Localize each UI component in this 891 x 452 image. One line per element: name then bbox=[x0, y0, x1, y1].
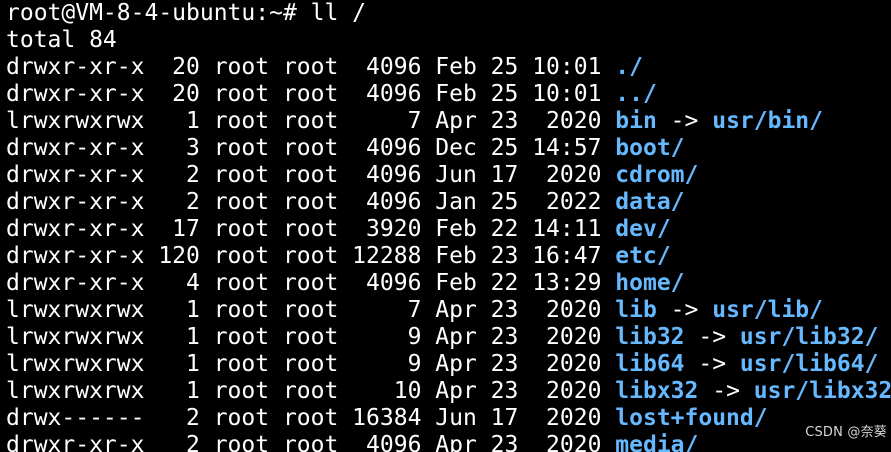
directory-name: lost+found/ bbox=[615, 405, 768, 431]
entry-metadata: drwxr-xr-x 120 root root 12288 Feb 23 16… bbox=[6, 243, 616, 269]
listing-row: lrwxrwxrwx 1 root root 9 Apr 23 2020 lib… bbox=[6, 324, 891, 351]
directory-name: home/ bbox=[615, 270, 685, 296]
prompt-line: root@VM-8-4-ubuntu:~# ll / bbox=[6, 0, 891, 27]
symlink-name: libx32 bbox=[615, 378, 699, 404]
symlink-arrow: -> bbox=[656, 297, 713, 323]
listing-row: lrwxrwxrwx 1 root root 7 Apr 23 2020 lib… bbox=[6, 297, 891, 324]
directory-name: media/ bbox=[615, 432, 699, 452]
entry-metadata: drwxr-xr-x 2 root root 4096 Apr 23 2020 bbox=[6, 432, 616, 452]
symlink-target: usr/lib/ bbox=[712, 297, 823, 323]
directory-name: boot/ bbox=[615, 135, 685, 161]
symlink-target: usr/libx32/ bbox=[753, 378, 891, 404]
listing-row: drwxr-xr-x 20 root root 4096 Feb 25 10:0… bbox=[6, 81, 891, 108]
entry-metadata: drwxr-xr-x 20 root root 4096 Feb 25 10:0… bbox=[6, 81, 616, 107]
symlink-arrow: -> bbox=[684, 351, 740, 377]
symlink-name: bin bbox=[615, 108, 657, 134]
directory-name: dev/ bbox=[615, 216, 671, 242]
directory-name: ./ bbox=[615, 54, 643, 80]
listing-row: lrwxrwxrwx 1 root root 9 Apr 23 2020 lib… bbox=[6, 351, 891, 378]
entry-metadata: lrwxrwxrwx 1 root root 7 Apr 23 2020 bbox=[6, 108, 616, 134]
directory-name: data/ bbox=[615, 189, 685, 215]
shell-prompt: root@VM-8-4-ubuntu:~# bbox=[6, 0, 311, 26]
directory-name: cdrom/ bbox=[615, 162, 699, 188]
listing-row: drwxr-xr-x 4 root root 4096 Feb 22 13:29… bbox=[6, 270, 891, 297]
directory-name: ../ bbox=[615, 81, 657, 107]
symlink-target: usr/lib64/ bbox=[739, 351, 879, 377]
listing-row: drwxr-xr-x 120 root root 12288 Feb 23 16… bbox=[6, 243, 891, 270]
symlink-name: lib bbox=[615, 297, 657, 323]
entry-metadata: drwxr-xr-x 4 root root 4096 Feb 22 13:29 bbox=[6, 270, 616, 296]
listing-row: lrwxrwxrwx 1 root root 7 Apr 23 2020 bin… bbox=[6, 108, 891, 135]
command-text: ll / bbox=[310, 0, 367, 26]
entry-metadata: lrwxrwxrwx 1 root root 9 Apr 23 2020 bbox=[6, 324, 616, 350]
listing-row: drwxr-xr-x 2 root root 4096 Jun 17 2020 … bbox=[6, 162, 891, 189]
entry-metadata: drwxr-xr-x 2 root root 4096 Jun 17 2020 bbox=[6, 162, 616, 188]
symlink-target: usr/bin/ bbox=[712, 108, 823, 134]
listing-row: drwxr-xr-x 20 root root 4096 Feb 25 10:0… bbox=[6, 54, 891, 81]
directory-name: etc/ bbox=[615, 243, 671, 269]
terminal-window[interactable]: root@VM-8-4-ubuntu:~# ll / total 84 drwx… bbox=[0, 0, 891, 452]
listing-row: lrwxrwxrwx 1 root root 10 Apr 23 2020 li… bbox=[6, 378, 891, 405]
listing-row: drwxr-xr-x 2 root root 4096 Jan 25 2022 … bbox=[6, 189, 891, 216]
listing-row: drwxr-xr-x 3 root root 4096 Dec 25 14:57… bbox=[6, 135, 891, 162]
symlink-arrow: -> bbox=[656, 108, 713, 134]
entry-metadata: drwxr-xr-x 3 root root 4096 Dec 25 14:57 bbox=[6, 135, 616, 161]
entry-metadata: drwxr-xr-x 17 root root 3920 Feb 22 14:1… bbox=[6, 216, 616, 242]
entry-metadata: lrwxrwxrwx 1 root root 7 Apr 23 2020 bbox=[6, 297, 616, 323]
entry-metadata: drwxr-xr-x 2 root root 4096 Jan 25 2022 bbox=[6, 189, 616, 215]
symlink-arrow: -> bbox=[684, 324, 740, 350]
symlink-name: lib64 bbox=[615, 351, 685, 377]
listing-row: drwxr-xr-x 17 root root 3920 Feb 22 14:1… bbox=[6, 216, 891, 243]
total-line: total 84 bbox=[6, 27, 117, 53]
entry-metadata: drwxr-xr-x 20 root root 4096 Feb 25 10:0… bbox=[6, 54, 616, 80]
listing-row: drwx------ 2 root root 16384 Jun 17 2020… bbox=[6, 405, 891, 432]
symlink-arrow: -> bbox=[698, 378, 754, 404]
entry-metadata: lrwxrwxrwx 1 root root 10 Apr 23 2020 bbox=[6, 378, 616, 404]
listing-row: drwxr-xr-x 2 root root 4096 Apr 23 2020 … bbox=[6, 432, 891, 452]
entry-metadata: drwx------ 2 root root 16384 Jun 17 2020 bbox=[6, 405, 616, 431]
entry-metadata: lrwxrwxrwx 1 root root 9 Apr 23 2020 bbox=[6, 351, 616, 377]
symlink-target: usr/lib32/ bbox=[739, 324, 879, 350]
symlink-name: lib32 bbox=[615, 324, 685, 350]
listing-output: drwxr-xr-x 20 root root 4096 Feb 25 10:0… bbox=[6, 54, 891, 452]
